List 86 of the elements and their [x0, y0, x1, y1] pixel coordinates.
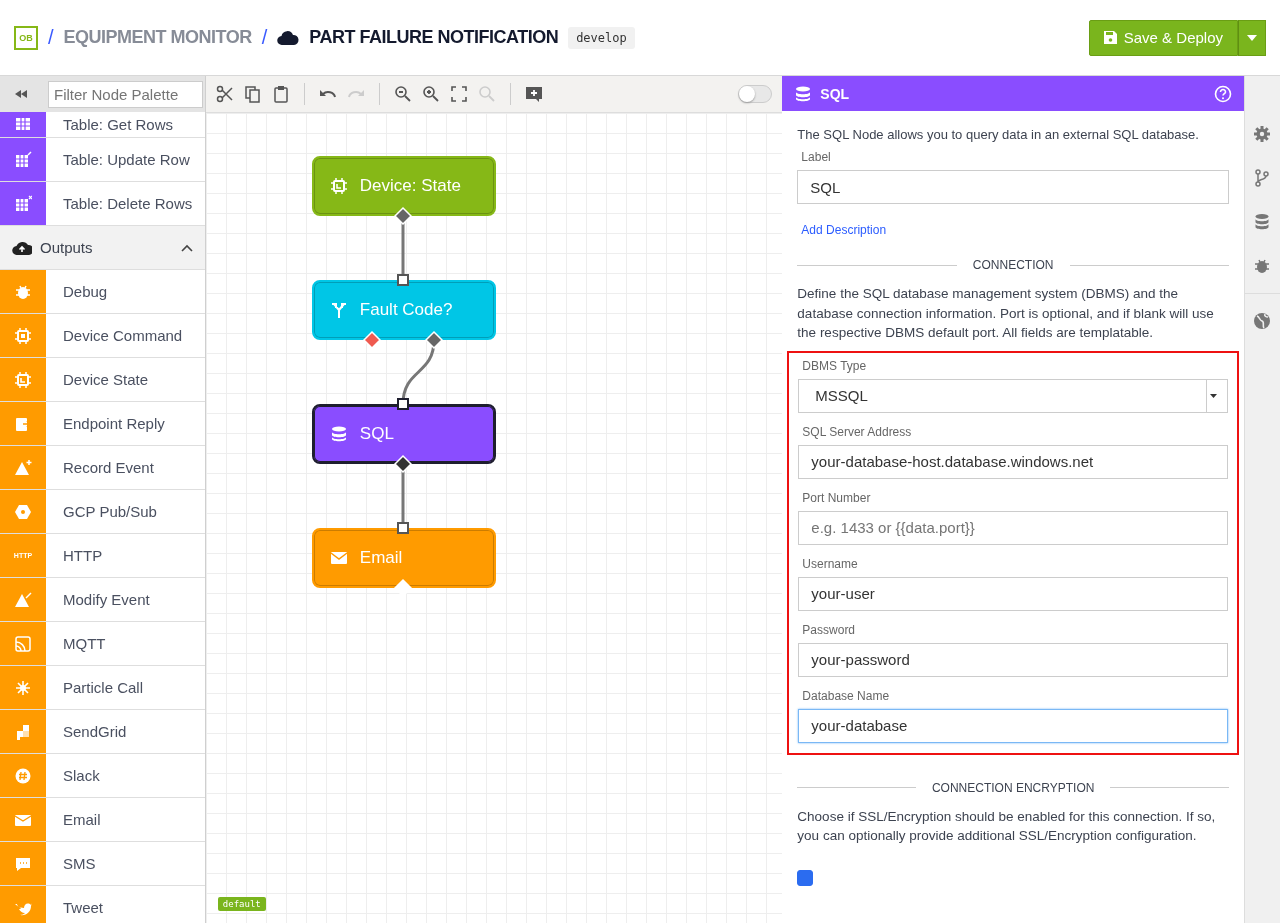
- intro-text: The SQL Node allows you to query data in an external SQL database.: [797, 127, 1200, 142]
- palette-item[interactable]: SMS: [46, 842, 96, 885]
- zoom-out-icon[interactable]: [393, 85, 412, 103]
- palette-item[interactable]: Device State: [46, 358, 149, 401]
- input-port[interactable]: [396, 398, 409, 410]
- checkbox[interactable]: [797, 869, 814, 886]
- branch-icon[interactable]: [1253, 169, 1272, 187]
- input-port[interactable]: [396, 522, 409, 534]
- flow-node[interactable]: SQL: [311, 404, 496, 464]
- settings-icon[interactable]: [1253, 125, 1272, 143]
- help-icon[interactable]: [1214, 84, 1232, 103]
- zoom-in-icon[interactable]: [421, 85, 440, 103]
- warning-icon: [14, 458, 32, 477]
- palette-item[interactable]: Email: [46, 798, 101, 841]
- hexagon-icon: [14, 502, 32, 521]
- palette-item[interactable]: Slack: [46, 754, 100, 797]
- section-heading: CONNECTION ENCRYPTION: [931, 780, 1095, 795]
- breadcrumb-link[interactable]: PART FAILURE NOTIFICATION: [309, 27, 559, 48]
- caret-icon: [1210, 393, 1218, 398]
- text-field[interactable]: your-user: [798, 576, 1228, 611]
- cloud-icon: [277, 29, 300, 46]
- field-label: Database Name: [802, 688, 891, 703]
- output-port[interactable]: [393, 454, 412, 474]
- section-heading: CONNECTION: [972, 258, 1054, 272]
- chip-icon: [14, 326, 32, 345]
- field-label: Port Number: [802, 490, 872, 505]
- warning-icon: [14, 590, 32, 609]
- feed-icon: [14, 634, 32, 653]
- filter-field[interactable]: Filter Node Palette: [48, 80, 203, 108]
- palette-item[interactable]: Modify Event: [46, 578, 150, 621]
- fork-icon: [329, 301, 348, 319]
- field-label: SQL Server Address: [802, 424, 913, 439]
- chip-icon: [329, 177, 348, 195]
- palette-item[interactable]: SendGrid: [46, 710, 127, 753]
- palette-section-header[interactable]: Outputs: [0, 226, 205, 270]
- palette-item[interactable]: Particle Call: [46, 666, 144, 709]
- label-field[interactable]: SQL: [797, 170, 1229, 204]
- palette-item[interactable]: Endpoint Reply: [46, 402, 165, 445]
- cloud-upload-icon: [12, 240, 32, 255]
- text-field[interactable]: your-database: [798, 708, 1228, 743]
- palette-item[interactable]: GCP Pub/Sub: [46, 490, 157, 533]
- panel-title: SQL: [820, 85, 851, 102]
- clipboard-icon[interactable]: [271, 85, 290, 103]
- copy-icon[interactable]: [243, 85, 262, 103]
- palette-item[interactable]: MQTT: [46, 622, 106, 665]
- star-icon: [14, 678, 32, 697]
- input-port[interactable]: [396, 274, 409, 286]
- debug-toggle[interactable]: [738, 85, 773, 103]
- branch-badge: develop: [568, 26, 635, 49]
- double-arrow-icon: [15, 90, 27, 98]
- palette-item[interactable]: Record Event: [46, 446, 154, 489]
- add-comment-icon[interactable]: [524, 85, 543, 103]
- fit-screen-icon[interactable]: [449, 85, 468, 103]
- encryption-text: Choose if SSL/Encryption should be enabled for this connection. If so, you can optionally provide additional SSL/Encryption configuration.: [797, 807, 1217, 845]
- bug-icon[interactable]: [1253, 257, 1272, 275]
- database-icon: [794, 84, 813, 103]
- database-icon[interactable]: [1253, 213, 1272, 231]
- flow-tag: default: [217, 897, 266, 911]
- dropdown-button[interactable]: [1238, 19, 1266, 56]
- chip-icon: [14, 370, 32, 389]
- squares-icon: [14, 722, 32, 741]
- breadcrumb-separator: /: [261, 26, 268, 49]
- grid-icon: [14, 115, 32, 133]
- field-label: Password: [802, 622, 857, 637]
- connection-text: Define the SQL database management system (DBMS) and the database connection information. Port is optional, and if blank will use the respective DBMS default port. All fields are templatable.: [797, 285, 1215, 342]
- breadcrumb-separator: /: [48, 26, 54, 49]
- floppy-icon: [1103, 31, 1117, 44]
- text-field[interactable]: your-password: [798, 642, 1228, 677]
- grid-icon: [14, 150, 32, 169]
- hash-icon: [14, 766, 32, 785]
- dbms-select[interactable]: MSSQL: [798, 378, 1228, 413]
- globe-icon[interactable]: [1253, 312, 1272, 330]
- grid-icon: [14, 194, 32, 213]
- field-label: DBMS Type: [802, 358, 868, 373]
- add-description-link[interactable]: Add Description: [801, 223, 887, 237]
- field-label: Label: [801, 150, 832, 164]
- caret-icon: [1247, 34, 1257, 41]
- envelope-icon: [329, 549, 348, 567]
- palette-item[interactable]: Tweet: [46, 886, 104, 923]
- text-field[interactable]: your-database-host.database.windows.net: [798, 444, 1228, 479]
- field-label: Username: [802, 556, 859, 571]
- palette-item[interactable]: Debug: [46, 270, 108, 313]
- text-field[interactable]: e.g. 1433 or {{data.port}}: [798, 510, 1228, 545]
- scissors-icon[interactable]: [215, 85, 234, 103]
- palette-item[interactable]: HTTP: [46, 534, 103, 577]
- database-icon: [329, 425, 348, 443]
